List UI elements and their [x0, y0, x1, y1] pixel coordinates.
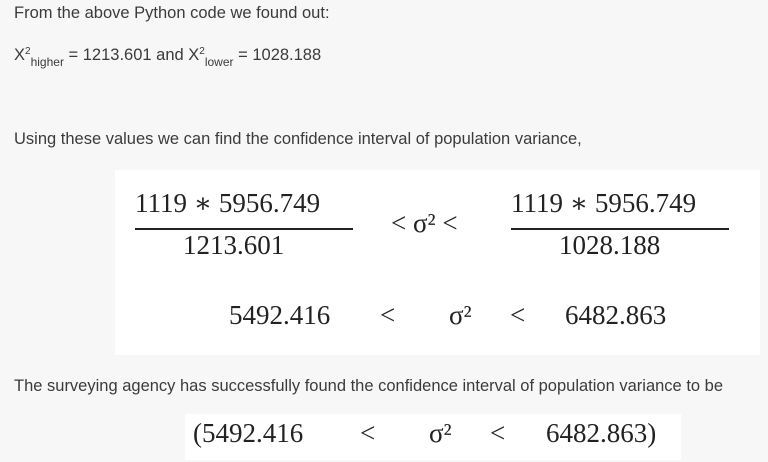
final-upper-bound: 6482.863) [546, 418, 657, 448]
chi-higher-symbol: X [14, 46, 26, 64]
less-than-1: < [380, 300, 396, 330]
final-lower-bound: (5492.416 [193, 418, 304, 448]
left-numerator: 1119 ∗ 5956.749 [135, 188, 321, 218]
interval-intro-text: Using these values we can find the confi… [14, 130, 582, 148]
chi-square-values: X2higher = 1213.601 and X2lower = 1028.1… [14, 46, 322, 68]
right-numerator: 1119 ∗ 5956.749 [511, 188, 697, 218]
chi-higher-value: = 1213.601 and [63, 46, 189, 64]
intro-text: From the above Python code we found out: [14, 4, 330, 22]
less-than-2: < [510, 300, 526, 330]
middle-inequality: < σ² < [391, 208, 458, 238]
chi-higher-sub: higher [30, 55, 64, 69]
chi-lower-sub: lower [204, 55, 234, 69]
final-less-than-1: < [360, 418, 376, 448]
conclusion-text: The surveying agency has successfully fo… [14, 377, 724, 395]
upper-bound: 6482.863 [565, 300, 667, 330]
right-denominator: 1028.188 [559, 230, 661, 260]
final-less-than-2: < [490, 418, 506, 448]
final-sigma-squared: σ² [429, 418, 452, 448]
chi-lower-symbol: X [188, 46, 200, 64]
lower-bound: 5492.416 [229, 300, 331, 330]
sigma-squared: σ² [449, 300, 472, 330]
formula-image: 1119 ∗ 5956.749 1213.601 < σ² < 1119 ∗ 5… [115, 170, 760, 355]
chi-lower-value: = 1028.188 [233, 46, 322, 64]
left-denominator: 1213.601 [183, 230, 285, 260]
final-interval: (5492.416 < σ² < 6482.863) [185, 414, 681, 460]
